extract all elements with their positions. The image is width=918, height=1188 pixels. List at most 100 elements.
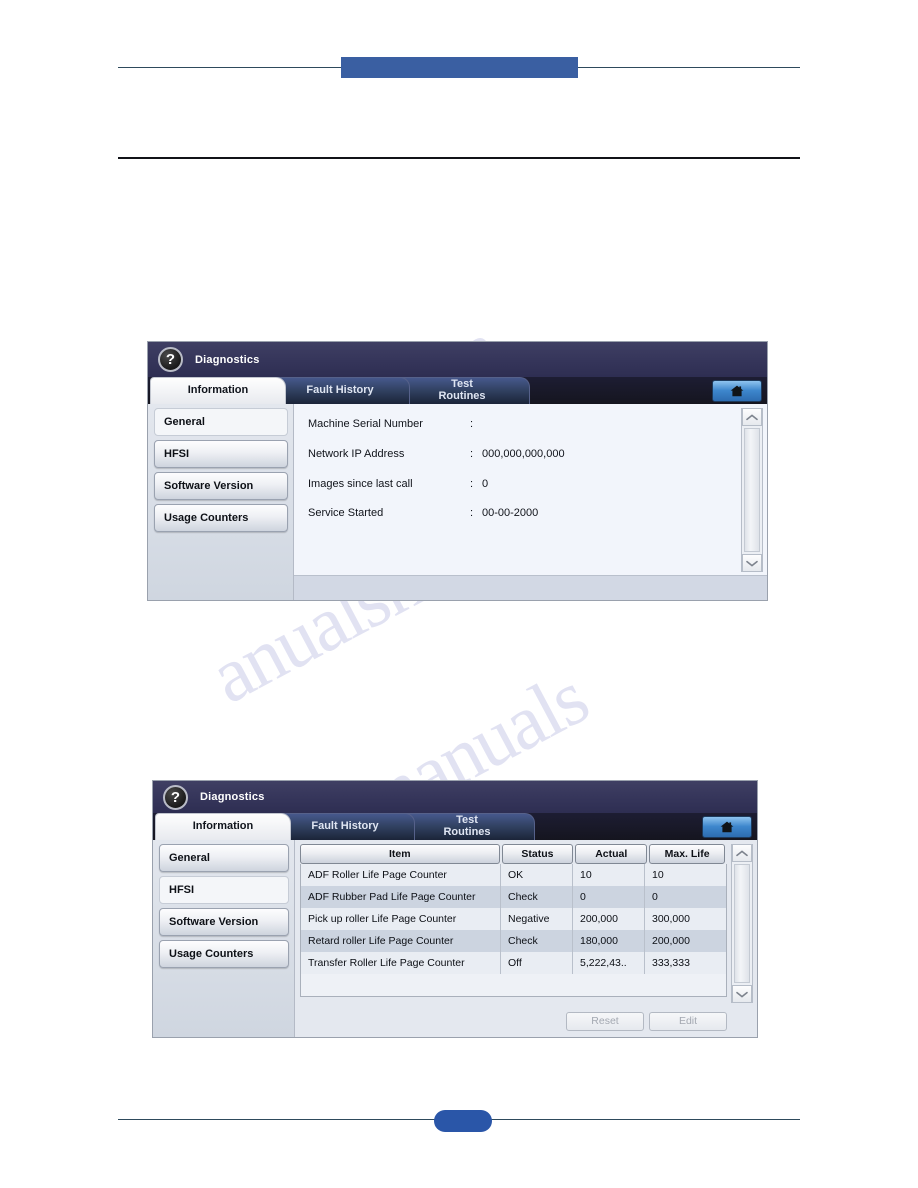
sidebar-item-usage-counters-label: Usage Counters (164, 512, 249, 524)
chevron-up-icon[interactable] (732, 844, 752, 862)
info-value-network-ip-address: 000,000,000,000 (482, 447, 565, 460)
cell-item: ADF Rubber Pad Life Page Counter (301, 886, 501, 908)
cell-actual: 10 (573, 864, 645, 886)
cell-status: Negative (501, 908, 573, 930)
header-color-block (341, 57, 578, 78)
home-button[interactable] (712, 380, 762, 402)
cell-status: Check (501, 886, 573, 908)
tab-test-routines[interactable]: Test Routines (394, 377, 530, 404)
sidebar-item-general-label: General (169, 852, 210, 864)
panel-two-scrollbar[interactable] (731, 844, 753, 1003)
table-header-item[interactable]: Item (300, 844, 500, 864)
table-header-actual[interactable]: Actual (575, 844, 648, 864)
panel-one-body: General HFSI Software Version Usage Coun… (148, 404, 767, 600)
sidebar-item-software-version[interactable]: Software Version (159, 908, 289, 936)
table-header-max-life[interactable]: Max. Life (649, 844, 725, 864)
sidebar-item-usage-counters-label: Usage Counters (169, 948, 254, 960)
edit-button[interactable]: Edit (649, 1011, 727, 1031)
tab-fault-history[interactable]: Fault History (270, 377, 410, 404)
hfsi-action-bar: Reset Edit (300, 1009, 727, 1033)
table-row[interactable]: Pick up roller Life Page Counter Negativ… (301, 908, 726, 930)
tab-test-routines-label: Test Routines (438, 378, 486, 402)
general-info-area: Machine Serial Number : Network IP Addre… (294, 404, 767, 600)
sidebar-item-software-version-label: Software Version (164, 480, 254, 492)
info-label-network-ip-address: Network IP Address (308, 447, 405, 460)
sidebar-item-software-version[interactable]: Software Version (154, 472, 288, 500)
home-icon (720, 821, 734, 833)
sidebar-item-hfsi[interactable]: HFSI (159, 876, 289, 904)
info-colon: : (470, 447, 474, 460)
tab-information-label: Information (187, 384, 249, 397)
chevron-down-icon[interactable] (732, 985, 752, 1003)
panel-one-titlebar: ? Diagnostics (148, 342, 767, 377)
tab-fault-history[interactable]: Fault History (275, 813, 415, 840)
scrollbar-track[interactable] (744, 428, 760, 552)
chevron-down-icon[interactable] (742, 554, 762, 572)
info-row: Network IP Address : 000,000,000,000 (308, 448, 741, 462)
panel-two-sidebar: General HFSI Software Version Usage Coun… (153, 840, 295, 1037)
cell-actual: 200,000 (573, 908, 645, 930)
cell-max-life: 200,000 (652, 935, 690, 947)
table-header-status[interactable]: Status (501, 844, 574, 864)
panel-two-body: General HFSI Software Version Usage Coun… (153, 840, 757, 1037)
panel-two-title: Diagnostics (200, 791, 265, 803)
info-value-images-since-last-call: 0 (482, 477, 489, 490)
cell-item: Transfer Roller Life Page Counter (301, 952, 501, 974)
cell-status: OK (501, 864, 573, 886)
hfsi-table-area: Item Status Actual Max. Life ADF Roller … (295, 840, 757, 1037)
sidebar-item-hfsi-label: HFSI (169, 884, 195, 896)
panel-two-tabstrip: Information Fault History Test Routines (153, 813, 757, 840)
info-value-service-started: 00-00-2000 (482, 507, 539, 520)
cell-item: Retard roller Life Page Counter (301, 930, 501, 952)
panel-one-title: Diagnostics (195, 353, 260, 366)
cell-max-life: 300,000 (652, 913, 690, 925)
sidebar-item-hfsi[interactable]: HFSI (154, 440, 288, 468)
tab-fault-history-label: Fault History (311, 820, 379, 833)
info-label-service-started: Service Started (308, 507, 384, 520)
cell-item: Pick up roller Life Page Counter (301, 908, 501, 930)
tab-test-routines[interactable]: Test Routines (399, 813, 535, 840)
cell-max-life: 0 (652, 891, 658, 903)
cell-actual: 0 (573, 886, 645, 908)
hfsi-table: Item Status Actual Max. Life ADF Roller … (300, 844, 727, 997)
cell-max-life: 10 (652, 869, 664, 881)
cell-actual: 180,000 (573, 930, 645, 952)
info-label-machine-serial-number: Machine Serial Number (308, 418, 423, 430)
sidebar-item-usage-counters[interactable]: Usage Counters (159, 940, 289, 968)
panel-two-titlebar: ? Diagnostics (153, 781, 757, 813)
home-button[interactable] (702, 816, 752, 838)
sidebar-item-usage-counters[interactable]: Usage Counters (154, 504, 288, 532)
info-colon: : (470, 418, 474, 430)
general-info-list: Machine Serial Number : Network IP Addre… (294, 404, 741, 576)
header-rule-second (118, 157, 800, 159)
chevron-up-icon[interactable] (742, 408, 762, 426)
table-header-row: Item Status Actual Max. Life (300, 844, 727, 864)
table-row[interactable]: Transfer Roller Life Page Counter Off 5,… (301, 952, 726, 974)
diagnostics-panel-general: ? Diagnostics Information Fault History … (147, 341, 768, 601)
cell-actual: 5,222,43.. (573, 952, 645, 974)
sidebar-item-general[interactable]: General (159, 844, 289, 872)
panel-one-tabstrip: Information Fault History Test Routines (148, 377, 767, 404)
diagnostics-panel-hfsi: ? Diagnostics Information Fault History … (152, 780, 758, 1038)
tab-information[interactable]: Information (150, 377, 286, 404)
info-row: Images since last call : 0 (308, 478, 741, 492)
panel-one-footer-bar (294, 575, 767, 600)
table-row[interactable]: ADF Rubber Pad Life Page Counter Check 0… (301, 886, 726, 908)
tab-test-routines-label: Test Routines (443, 814, 491, 838)
panel-one-scrollbar[interactable] (741, 408, 763, 572)
info-colon: : (470, 507, 474, 520)
help-icon[interactable]: ? (158, 347, 183, 372)
table-row[interactable]: ADF Roller Life Page Counter OK 10 10 (301, 864, 726, 886)
scrollbar-track[interactable] (734, 864, 750, 983)
cell-status: Check (501, 930, 573, 952)
sidebar-item-general[interactable]: General (154, 408, 288, 436)
help-icon[interactable]: ? (163, 784, 188, 810)
home-icon (730, 385, 744, 397)
info-row: Machine Serial Number : (308, 418, 741, 432)
reset-button[interactable]: Reset (566, 1011, 644, 1031)
cell-max-life: 333,333 (652, 957, 690, 969)
cell-status: Off (501, 952, 573, 974)
table-row[interactable]: Retard roller Life Page Counter Check 18… (301, 930, 726, 952)
panel-one-sidebar: General HFSI Software Version Usage Coun… (148, 404, 294, 600)
tab-information[interactable]: Information (155, 813, 291, 840)
